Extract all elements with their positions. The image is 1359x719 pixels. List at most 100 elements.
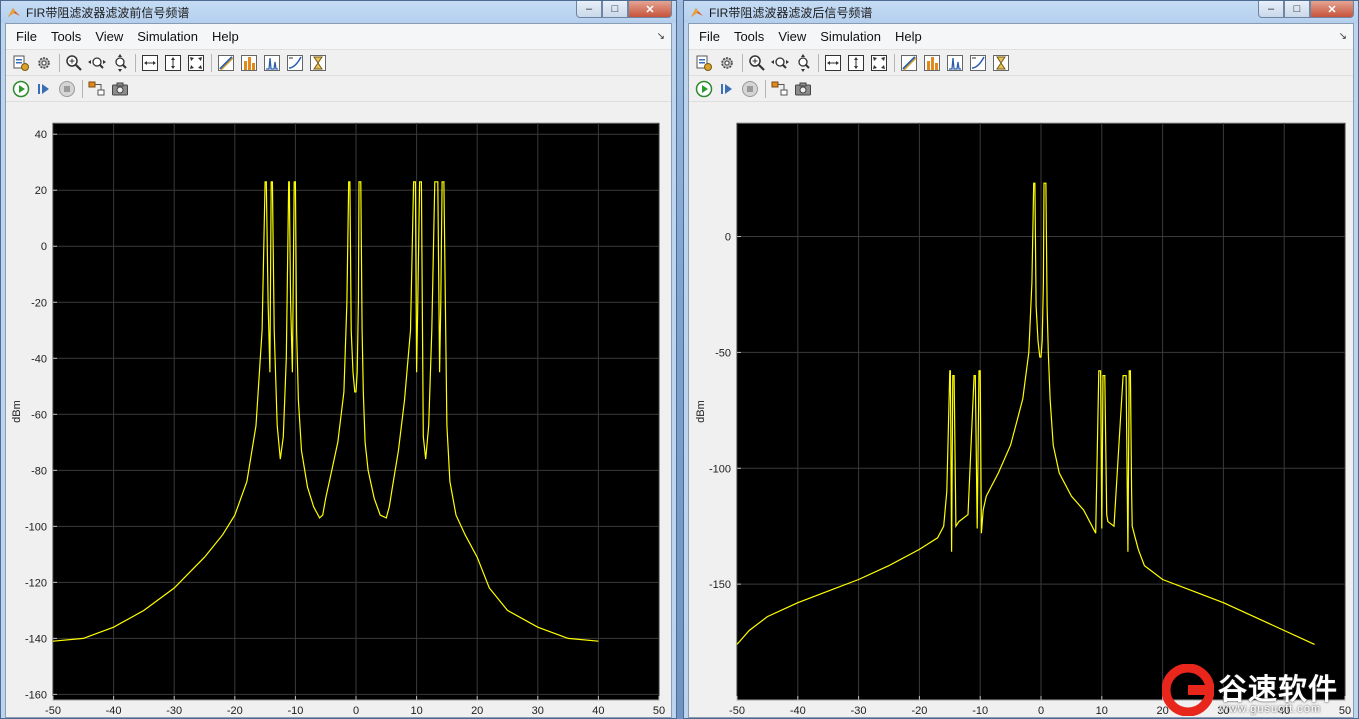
maximize-button[interactable]: □ <box>1284 1 1310 18</box>
stop-icon <box>742 80 758 97</box>
configuration-icon <box>13 55 29 71</box>
dock-arrow-icon[interactable]: ↘ <box>1339 31 1347 42</box>
zoom-y-icon <box>115 53 127 72</box>
toolbar-separator <box>765 79 766 98</box>
run-button[interactable] <box>11 79 31 99</box>
toolbar-simulation <box>6 76 671 102</box>
toolbar-separator <box>742 53 743 72</box>
menu-file[interactable]: File <box>9 27 44 46</box>
y-tick-label: 0 <box>41 241 47 253</box>
snapshot-button[interactable] <box>793 79 813 99</box>
y-tick-label: 0 <box>725 232 731 244</box>
dock-arrow-icon[interactable]: ↘ <box>657 31 665 42</box>
distortion-button[interactable] <box>968 53 988 73</box>
scale-x-button[interactable] <box>869 53 889 73</box>
peak-finder-button[interactable] <box>922 53 942 73</box>
toolbar-separator <box>818 53 819 72</box>
y-tick-label: -120 <box>25 577 47 589</box>
watermark-url: www.gusuoft.com <box>1220 703 1322 715</box>
close-button[interactable]: ✕ <box>1310 1 1354 18</box>
distortion-button[interactable] <box>285 53 305 73</box>
settings-icon <box>721 56 733 69</box>
y-tick-label: -60 <box>31 409 47 421</box>
cursor-measure-button[interactable] <box>216 53 236 73</box>
title-bar[interactable]: FIR带阻滤波器滤波前信号频谱 – □ ✕ <box>1 1 676 23</box>
zoom-y-button[interactable] <box>793 53 813 73</box>
menu-simulation[interactable]: Simulation <box>130 27 205 46</box>
toolbar-separator <box>82 79 83 98</box>
title-bar[interactable]: FIR带阻滤波器滤波后信号频谱 – □ ✕ <box>684 1 1358 23</box>
spectrum-chart[interactable]: -50 -40 -30 -20 -10 0 10 20 30 40 5040200-20-40-60… <box>6 104 673 719</box>
peak-finder-button[interactable] <box>239 53 259 73</box>
spectrum-chart[interactable]: -50 -40 -30 -20 -10 0 10 20 30 40 500-50-100-150dB… <box>689 104 1355 719</box>
zoom-x-button[interactable] <box>87 53 107 73</box>
ccdf-button[interactable] <box>991 53 1011 73</box>
run-button[interactable] <box>694 79 714 99</box>
zoom-in-button[interactable] <box>747 53 767 73</box>
step-forward-button[interactable] <box>34 79 54 99</box>
step-forward-button[interactable] <box>717 79 737 99</box>
menu-tools[interactable]: Tools <box>44 27 88 46</box>
cursor-measure-button[interactable] <box>899 53 919 73</box>
menu-tools[interactable]: Tools <box>727 27 771 46</box>
configuration-button[interactable] <box>694 53 714 73</box>
scale-x-button[interactable] <box>186 53 206 73</box>
window-client: File Tools View Simulation Help ↘ -50 -40… <box>5 23 672 718</box>
menu-view[interactable]: View <box>88 27 130 46</box>
toolbar-separator <box>894 53 895 72</box>
x-tick-label: 40 <box>592 705 604 717</box>
spectrum-plot-area[interactable]: -50 -40 -30 -20 -10 0 10 20 30 40 50 40 20 0 -20 -40 -60… <box>6 104 671 717</box>
ccdf-icon <box>310 54 326 71</box>
run-icon <box>12 80 30 97</box>
spectrum-measure-button[interactable] <box>262 53 282 73</box>
x-tick-label: -20 <box>227 705 243 717</box>
zoom-y-button[interactable] <box>110 53 130 73</box>
y-axis-label: dBm <box>11 400 23 423</box>
scale-x-icon <box>871 54 887 71</box>
stop-button[interactable] <box>57 79 77 99</box>
gusu-logo-icon <box>1162 664 1214 716</box>
menu-simulation[interactable]: Simulation <box>813 27 888 46</box>
peak-finder-icon <box>924 54 940 71</box>
highlight-block-button[interactable] <box>770 79 790 99</box>
step-forward-icon <box>38 83 49 94</box>
x-tick-label: -50 <box>45 705 61 717</box>
scale-xy-button[interactable] <box>140 53 160 73</box>
scale-y-button[interactable] <box>163 53 183 73</box>
stop-button[interactable] <box>740 79 760 99</box>
x-tick-label: -30 <box>851 705 867 717</box>
cursor-measure-icon <box>218 54 234 71</box>
snapshot-button[interactable] <box>110 79 130 99</box>
settings-button[interactable] <box>717 53 737 73</box>
watermark: 谷速软件 www.gusuoft.com <box>1160 662 1359 719</box>
scale-x-icon <box>188 54 204 71</box>
menu-help[interactable]: Help <box>888 27 929 46</box>
spectrum-measure-button[interactable] <box>945 53 965 73</box>
y-tick-label: -100 <box>25 521 47 533</box>
menu-file[interactable]: File <box>692 27 727 46</box>
scale-y-button[interactable] <box>846 53 866 73</box>
spectrum-plot-area[interactable]: -50 -40 -30 -20 -10 0 10 20 30 40 50 0 -50 -100 -150 dB… <box>689 104 1353 717</box>
x-tick-label: -10 <box>287 705 303 717</box>
y-tick-label: -160 <box>25 689 47 701</box>
menu-help[interactable]: Help <box>205 27 246 46</box>
minimize-button[interactable]: – <box>576 1 602 18</box>
watermark-text: 谷速软件 <box>1218 672 1339 706</box>
ccdf-button[interactable] <box>308 53 328 73</box>
zoom-x-icon <box>88 56 106 69</box>
configuration-button[interactable] <box>11 53 31 73</box>
x-tick-label: 10 <box>410 705 422 717</box>
maximize-button[interactable]: □ <box>602 1 628 18</box>
close-button[interactable]: ✕ <box>628 1 672 18</box>
menu-view[interactable]: View <box>771 27 813 46</box>
matlab-logo-icon <box>690 5 704 19</box>
zoom-x-button[interactable] <box>770 53 790 73</box>
highlight-block-button[interactable] <box>87 79 107 99</box>
spectrum-window-after: FIR带阻滤波器滤波后信号频谱 – □ ✕ File Tools View Si… <box>683 0 1359 719</box>
x-tick-label: 50 <box>653 705 665 717</box>
scale-xy-button[interactable] <box>823 53 843 73</box>
settings-button[interactable] <box>34 53 54 73</box>
zoom-y-icon <box>798 53 810 72</box>
zoom-in-button[interactable] <box>64 53 84 73</box>
minimize-button[interactable]: – <box>1258 1 1284 18</box>
